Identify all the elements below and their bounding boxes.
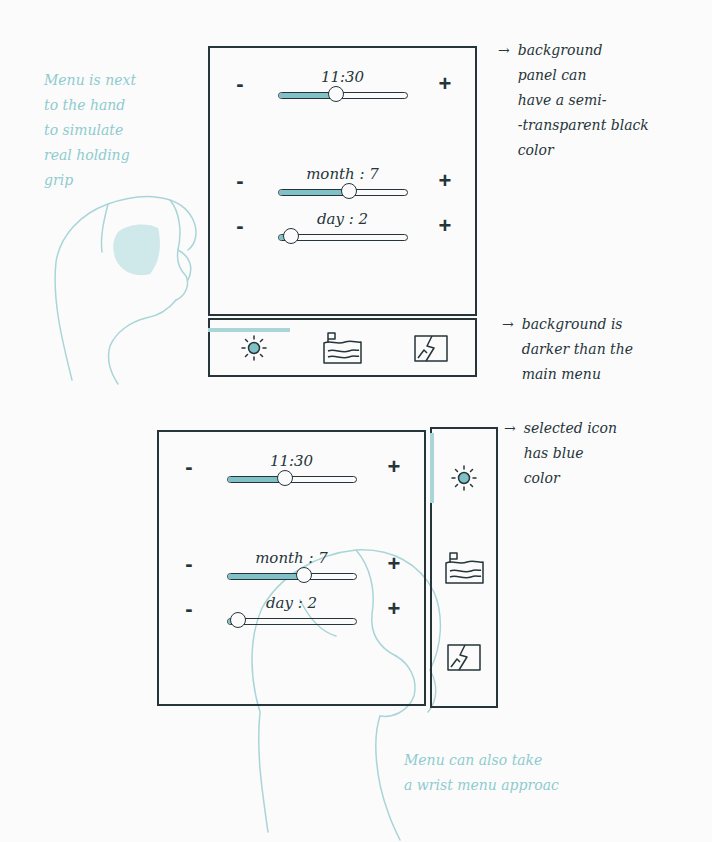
menu-tab[interactable] [432,433,496,523]
menu-tab[interactable] [210,331,298,365]
decrement-button[interactable]: - [177,456,201,478]
annotation-line: background is [522,312,633,337]
slider-row: - day : 2 + [159,594,424,625]
slider: day : 2 [278,210,408,241]
photo-icon [409,331,453,365]
annotation-line: color [524,466,617,491]
tab-bar [208,318,477,377]
slider: day : 2 [227,594,357,625]
increment-button[interactable]: + [382,456,406,478]
landscape-icon [442,551,486,585]
increment-button[interactable]: + [433,215,457,237]
annotation: Menu can also takea wrist menu approac [404,748,704,798]
menu-tab[interactable] [387,331,475,365]
annotation-text: Menu can also takea wrist menu approac [404,748,559,798]
annotation-line: Menu can also take [404,748,559,773]
slider-label: month : 7 [306,165,379,183]
annotation-line: selected icon [524,416,617,441]
increment-button[interactable]: + [433,170,457,192]
slider-label: month : 7 [255,549,328,567]
menu-tab[interactable] [432,612,496,702]
annotation-line: have a semi- [518,88,649,113]
slider-row: - month : 7 + [159,549,424,580]
annotation-line: has blue [524,441,617,466]
sun-icon [232,331,276,365]
slider-label: day : 2 [317,210,368,228]
arrow-icon: → [498,38,510,163]
slider-thumb[interactable] [328,86,344,102]
main-panel: - 11:30 + - month : 7 + - day : 2 + [208,46,477,316]
annotation-line: grip [44,168,136,193]
annotation-line: real holding [44,143,136,168]
slider-track[interactable] [227,573,357,580]
slider-track[interactable] [278,234,408,241]
decrement-button[interactable]: - [177,553,201,575]
annotation: Menu is nextto the handto simulatereal h… [44,68,194,193]
slider-label: 11:30 [321,68,364,86]
annotation-line: -transparent black [518,113,649,138]
slider-row: - 11:30 + [210,68,475,99]
decrement-button[interactable]: - [228,215,252,237]
annotation-text: selected iconhas bluecolor [524,416,617,491]
slider-track[interactable] [227,476,357,483]
increment-button[interactable]: + [382,598,406,620]
side-bar [430,427,498,708]
annotation-line: to simulate [44,118,136,143]
decrement-button[interactable]: - [228,73,252,95]
increment-button[interactable]: + [382,553,406,575]
photo-icon [442,640,486,674]
annotation-text: Menu is nextto the handto simulatereal h… [44,68,136,193]
slider-row: - 11:30 + [159,452,424,483]
menu-tab[interactable] [298,331,386,365]
annotation: →backgroundpanel canhave a semi--transpa… [498,38,698,163]
arrow-icon: → [502,312,514,387]
annotation-line: background [518,38,649,63]
slider: 11:30 [227,452,357,483]
slider-thumb[interactable] [341,183,357,199]
slider-thumb[interactable] [230,612,246,628]
slider: month : 7 [227,549,357,580]
annotation-text: background isdarker than themain menu [522,312,633,387]
arrow-icon: → [504,416,516,491]
slider-track[interactable] [278,92,408,99]
sketch-canvas: - 11:30 + - month : 7 + - day : 2 + - 11:30 + - month… [0,0,712,842]
slider: 11:30 [278,68,408,99]
annotation-line: to the hand [44,93,136,118]
annotation-line: darker than the [522,337,633,362]
annotation: →selected iconhas bluecolor [504,416,694,491]
menu-sketch: - 11:30 + - month : 7 + - day : 2 + [208,46,477,377]
slider-label: 11:30 [270,452,313,470]
slider-thumb[interactable] [277,470,293,486]
menu-tab[interactable] [432,523,496,613]
increment-button[interactable]: + [433,73,457,95]
slider-row: - day : 2 + [210,210,475,241]
slider-fill [279,190,349,195]
slider-track[interactable] [227,618,357,625]
slider-track[interactable] [278,189,408,196]
slider-thumb[interactable] [283,228,299,244]
annotation-line: Menu is next [44,68,136,93]
selected-indicator [430,433,434,503]
menu-sketch: - 11:30 + - month : 7 + - day : 2 + [157,427,498,708]
annotation-line: a wrist menu approac [404,773,559,798]
annotation-line: panel can [518,63,649,88]
annotation: →background isdarker than themain menu [502,312,702,387]
slider-thumb[interactable] [296,567,312,583]
annotation-line: color [518,138,649,163]
slider-row: - month : 7 + [210,165,475,196]
slider-label: day : 2 [266,594,317,612]
decrement-button[interactable]: - [177,598,201,620]
annotation-line: main menu [522,362,633,387]
selected-indicator [208,328,290,332]
decrement-button[interactable]: - [228,170,252,192]
slider: month : 7 [278,165,408,196]
main-panel: - 11:30 + - month : 7 + - day : 2 + [157,430,426,706]
landscape-icon [320,331,364,365]
annotation-text: backgroundpanel canhave a semi--transpar… [518,38,649,163]
sun-icon [442,461,486,495]
slider-fill [228,574,305,579]
